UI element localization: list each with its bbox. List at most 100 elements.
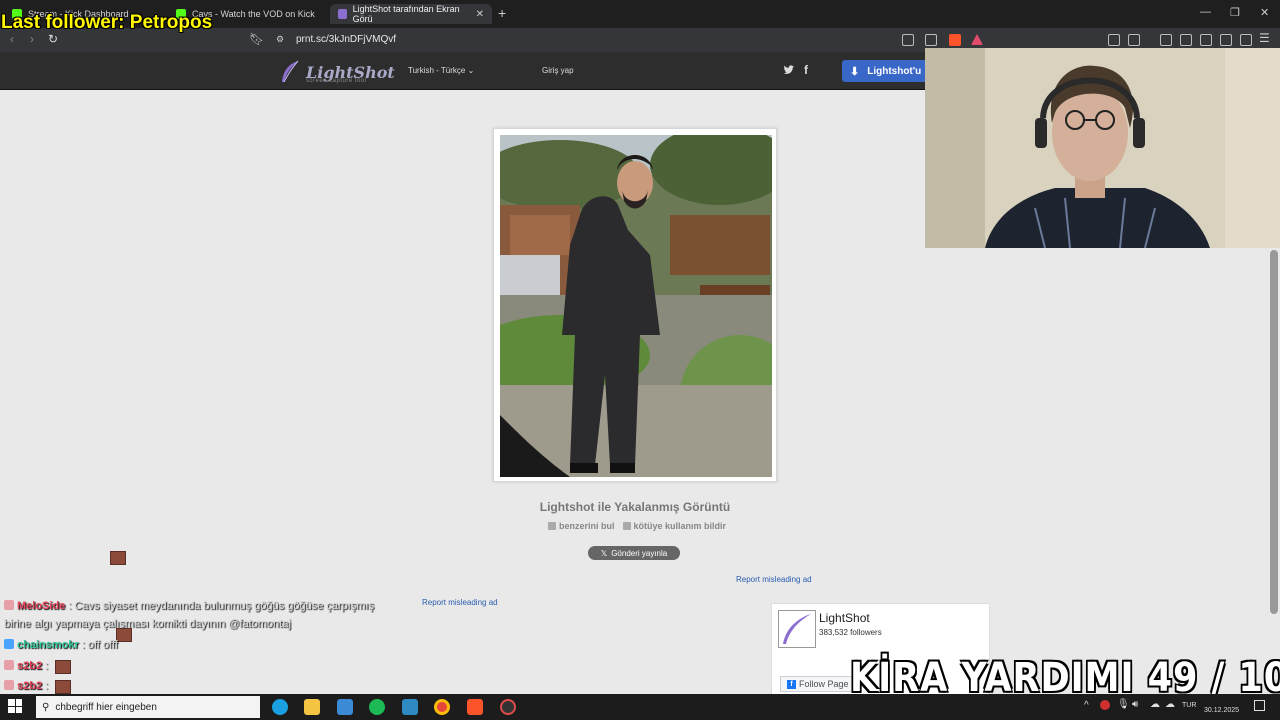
language-selector[interactable]: Turkish - Türkçe ⌄ — [408, 66, 474, 75]
tray-chevron-icon[interactable]: ^ — [1084, 700, 1089, 711]
follow-page-button[interactable]: f Follow Page — [780, 676, 856, 692]
last-follower-overlay: Last follower: Petropos — [1, 12, 213, 33]
chrome-icon[interactable] — [434, 699, 450, 715]
chat-message: s2b2 : — [4, 680, 48, 692]
twitter-icon[interactable] — [783, 64, 795, 76]
vpn-icon[interactable] — [1240, 34, 1252, 46]
reload-icon[interactable]: ↻ — [48, 32, 58, 46]
feather-icon — [282, 60, 299, 83]
x-logo-icon: 𝕏 — [600, 548, 608, 558]
obs-icon[interactable] — [500, 699, 516, 715]
reading-list-icon[interactable] — [1180, 34, 1192, 46]
lightshot-page-avatar[interactable] — [778, 610, 816, 648]
chat-username[interactable]: s2b2 — [17, 660, 42, 672]
webcam-feed — [925, 48, 1280, 248]
chat-emote — [116, 628, 132, 642]
store-icon[interactable] — [337, 699, 353, 715]
fb-page-name[interactable]: LightShot — [819, 611, 870, 625]
logo-subtitle: screen capture tool — [306, 78, 367, 84]
chat-username[interactable]: chainsmokr — [17, 639, 79, 651]
clock-date[interactable]: 30.12.2025 — [1204, 707, 1239, 714]
new-tab-button[interactable]: + — [498, 5, 506, 21]
fb-follower-count: 383,532 followers — [819, 628, 882, 637]
chat-emote — [55, 660, 71, 674]
report-ad-link[interactable]: Report misleading ad — [736, 575, 812, 584]
file-explorer-icon[interactable] — [304, 699, 320, 715]
chat-message: s2b2 : — [4, 660, 48, 672]
url-field[interactable]: prnt.sc/3kJnDFjVMQvf — [296, 34, 396, 45]
cast-icon[interactable] — [902, 34, 914, 46]
chat-text: : — [45, 660, 49, 672]
follow-label: Follow Page — [799, 679, 849, 689]
facebook-icon[interactable]: f — [804, 63, 808, 77]
find-similar-link[interactable]: benzerini bul — [548, 521, 615, 531]
page-scrollbar[interactable] — [1270, 250, 1278, 614]
tab-label: LightShot tarafından Ekran Görü — [352, 4, 460, 24]
lightshot-logo[interactable]: LightShot screen capture tool — [280, 60, 395, 84]
screenshot-frame — [493, 128, 777, 482]
share-icon[interactable] — [925, 34, 937, 46]
share-on-x-button[interactable]: 𝕏 Gönderi yayınla — [588, 546, 680, 560]
screenshot-image[interactable] — [500, 135, 772, 477]
sub-badge-icon — [4, 639, 14, 649]
sub-badge-icon — [4, 660, 14, 670]
network-icon[interactable]: ☁ — [1150, 699, 1160, 710]
taskbar-search-placeholder: chbegriff hier eingeben — [55, 701, 157, 713]
forward-icon[interactable]: › — [30, 32, 34, 46]
download-icon: ⬇ — [850, 65, 860, 78]
chevron-down-icon: ⌄ — [467, 66, 475, 75]
screenshot-actions: benzerini bul kötüye kullanım bildir — [548, 521, 726, 531]
onedrive-icon[interactable]: ☁ — [1165, 699, 1175, 710]
feather-icon — [783, 614, 811, 644]
menu-icon[interactable]: ☰ — [1259, 31, 1270, 45]
spotify-icon[interactable] — [369, 699, 385, 715]
site-info-icon[interactable]: ⚙ — [276, 34, 284, 45]
taskbar-search-box[interactable]: ⚲ chbegriff hier eingeben — [36, 696, 260, 718]
back-icon[interactable]: ‹ — [10, 32, 14, 46]
close-icon[interactable]: ✕ — [476, 9, 484, 20]
sidebar-icon[interactable] — [1128, 34, 1140, 46]
brave-rewards-icon[interactable] — [971, 34, 983, 45]
camera-icon — [548, 522, 556, 530]
brave-icon[interactable] — [467, 699, 483, 715]
facebook-icon: f — [787, 679, 796, 689]
notifications-icon[interactable] — [1254, 700, 1265, 711]
chat-username[interactable]: MeloSide — [17, 600, 65, 612]
microphone-icon[interactable]: 🎙︎ — [1117, 699, 1130, 710]
find-similar-label: benzerini bul — [559, 521, 615, 531]
tab-lightshot[interactable]: LightShot tarafından Ekran Görü ✕ — [330, 4, 492, 24]
report-abuse-label: kötüye kullanım bildir — [633, 521, 727, 531]
windows-start-icon[interactable] — [8, 699, 22, 713]
keyboard-language[interactable]: TUR — [1182, 702, 1196, 709]
lightshot-icon — [338, 9, 347, 19]
login-link[interactable]: Giriş yap — [542, 66, 574, 75]
calculator-icon[interactable] — [402, 699, 418, 715]
restore-icon[interactable]: ❐ — [1230, 6, 1240, 19]
chat-message-continued: birine algı yapmaya çalışması komikti da… — [4, 618, 291, 630]
edge-icon[interactable] — [272, 699, 288, 715]
chat-message: MeloSide : Cavs siyaset meydanında bulun… — [4, 600, 374, 612]
leo-icon[interactable] — [1220, 34, 1232, 46]
search-icon: ⚲ — [42, 701, 50, 713]
sub-badge-icon — [4, 680, 14, 690]
report-ad-link[interactable]: Report misleading ad — [422, 598, 498, 607]
chat-username[interactable]: s2b2 — [17, 680, 42, 692]
windows-taskbar: ⚲ chbegriff hier eingeben ^ 🎙︎ 🔊︎ ☁ ☁ TU… — [0, 694, 1280, 720]
extensions-icon[interactable] — [1108, 34, 1120, 46]
volume-icon[interactable]: 🔊︎ — [1132, 699, 1138, 710]
chat-emote — [55, 680, 71, 694]
install-lightshot-button[interactable]: ⬇ Lightshot'u — [842, 60, 932, 82]
minimize-icon[interactable]: — — [1200, 6, 1211, 18]
report-abuse-link[interactable]: kötüye kullanım bildir — [622, 521, 727, 531]
chat-emote — [110, 551, 126, 565]
photo-man-standing — [500, 135, 772, 477]
screenshot-caption: Lightshot ile Yakalanmış Görüntü — [539, 500, 731, 514]
tray-record-icon[interactable] — [1100, 700, 1110, 710]
wallet-icon[interactable] — [1200, 34, 1212, 46]
close-window-icon[interactable]: ✕ — [1260, 6, 1269, 19]
brave-shield-icon[interactable] — [949, 34, 961, 46]
bookmark-icon[interactable]: 🔖︎ — [249, 32, 264, 46]
chat-text: : off offf — [81, 639, 118, 651]
language-label: Turkish - Türkçe — [408, 66, 466, 75]
media-icon[interactable] — [1160, 34, 1172, 46]
